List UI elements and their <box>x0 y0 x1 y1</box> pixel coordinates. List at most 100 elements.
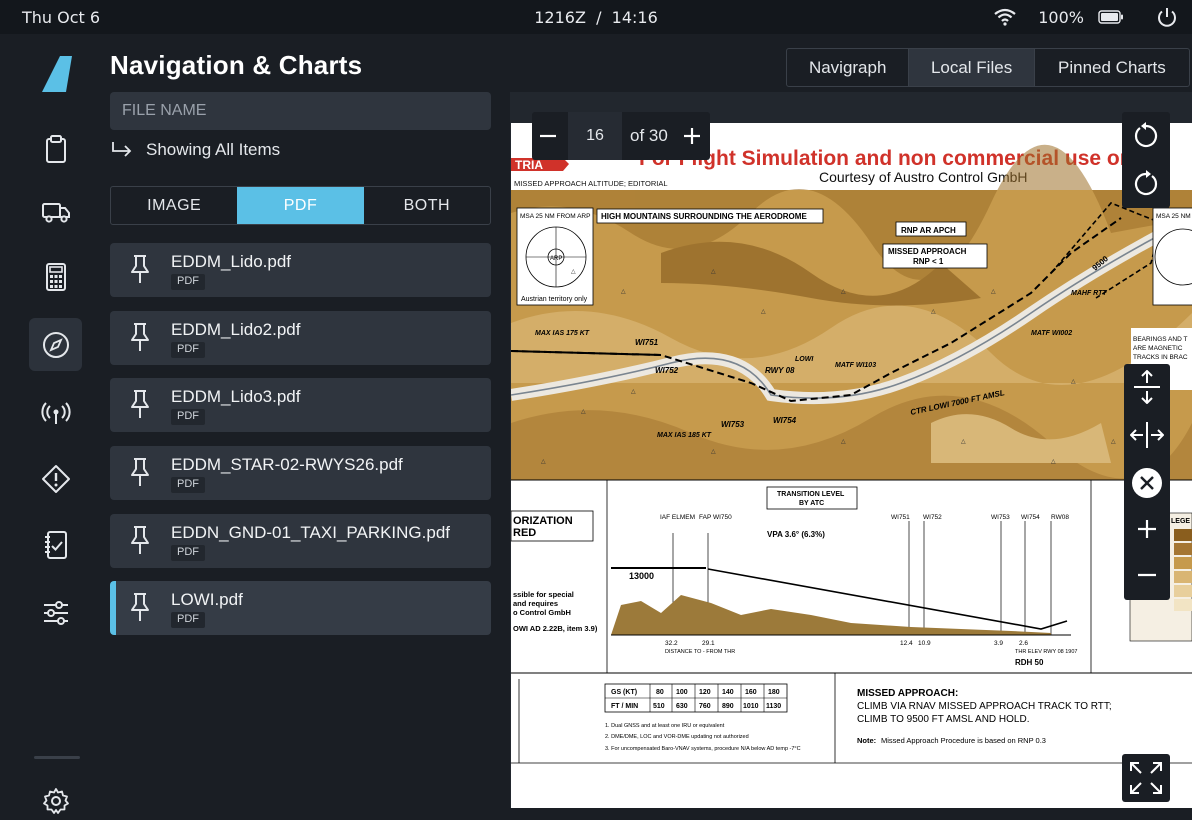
chart-profile-wi754: WI754 <box>1021 514 1040 521</box>
svg-text:△: △ <box>581 409 586 415</box>
sidebar <box>0 34 96 820</box>
chart-dist-4: 10.9 <box>918 640 931 647</box>
ftmin-header: FT / MIN <box>611 703 638 710</box>
prev-page-button[interactable] <box>532 112 564 160</box>
file-item-selected[interactable]: LOWI.pdf PDF <box>110 581 491 635</box>
showing-label: Showing All Items <box>146 140 281 159</box>
close-icon <box>1132 468 1162 498</box>
pin-icon[interactable] <box>128 253 152 285</box>
page-input[interactable]: 16 <box>568 112 622 160</box>
file-item[interactable]: EDDM_Lido3.pdf PDF <box>110 378 491 432</box>
chart-profile-iaf: IAF ELMEM <box>660 514 695 521</box>
zoom-in-button[interactable] <box>1124 506 1170 552</box>
chart-bearings-2: ARE MAGNETIC <box>1133 345 1183 352</box>
file-item[interactable]: EDDM_Lido2.pdf PDF <box>110 311 491 365</box>
rotate-ccw-button[interactable] <box>1122 112 1170 160</box>
chart-profile-wi751: WI751 <box>891 514 910 521</box>
ftmin-890: 890 <box>722 703 734 710</box>
chart-missed-box-2: RNP < 1 <box>913 257 944 266</box>
chart-page[interactable]: TRIA For Flight Simulation and non comme… <box>511 123 1192 808</box>
zoom-in-icon <box>1138 520 1156 538</box>
svg-text:△: △ <box>1111 439 1116 445</box>
chart-missed-title: MISSED APPROACH: <box>857 688 958 699</box>
chart-authorization-2: RED <box>513 527 536 539</box>
chart-fix-mahf-rtt: MAHF RTT <box>1071 290 1107 297</box>
source-tabs: Navigraph Local Files Pinned Charts <box>786 48 1190 87</box>
next-page-button[interactable] <box>676 112 708 160</box>
svg-text:△: △ <box>961 439 966 445</box>
chart-missed-note-label: Note: <box>857 736 876 745</box>
chart-viewer: TRIA For Flight Simulation and non comme… <box>510 92 1192 808</box>
gs-100: 100 <box>676 689 688 696</box>
chart-fix-wi753: WI753 <box>721 420 745 429</box>
filter-pdf[interactable]: PDF <box>237 187 364 224</box>
gs-180: 180 <box>768 689 780 696</box>
chart-special-2: and requires <box>513 599 558 608</box>
chart-missed-line2: CLIMB TO 9500 FT AMSL AND HOLD. <box>857 714 1029 725</box>
tab-pinned-charts[interactable]: Pinned Charts <box>1035 49 1189 86</box>
chart-dist-1: 32.2 <box>665 640 678 647</box>
chart-max-ias-175: MAX IAS 175 KT <box>535 330 590 337</box>
close-viewer-button[interactable] <box>1124 460 1170 506</box>
gs-header: GS (KT) <box>611 689 637 696</box>
chart-fix-matf-wi002: MATF WI002 <box>1031 330 1072 337</box>
pin-icon[interactable] <box>128 456 152 488</box>
search-input[interactable]: FILE NAME <box>110 92 491 130</box>
rotate-right-icon <box>1134 170 1158 196</box>
filter-image[interactable]: IMAGE <box>111 187 237 224</box>
chart-rdh: RDH 50 <box>1015 658 1044 667</box>
sidebar-item-checklists[interactable] <box>29 518 82 571</box>
chart-profile-wi753: WI753 <box>991 514 1010 521</box>
file-type-badge: PDF <box>171 612 205 628</box>
pin-icon[interactable] <box>128 388 152 420</box>
pin-icon[interactable] <box>128 591 152 623</box>
tab-local-files[interactable]: Local Files <box>909 49 1035 86</box>
sidebar-item-performance[interactable] <box>29 250 82 303</box>
return-arrow-icon <box>112 142 132 157</box>
ftmin-1130: 1130 <box>766 703 781 710</box>
sidebar-item-presets[interactable] <box>29 586 82 639</box>
chart-fix-lowi: LOWI <box>795 356 814 363</box>
chart-dist-5: 3.9 <box>994 640 1003 647</box>
file-type-badge: PDF <box>171 342 205 358</box>
pin-icon[interactable] <box>128 321 152 353</box>
chart-note-3: 3. For uncompensated Baro-VNAV systems, … <box>605 746 801 752</box>
zoom-out-icon <box>1138 573 1156 577</box>
sidebar-item-dispatch[interactable] <box>29 122 82 175</box>
fit-width-button[interactable] <box>1124 412 1170 458</box>
file-item[interactable]: EDDM_Lido.pdf PDF <box>110 243 491 297</box>
chart-dist-6: 2.6 <box>1019 640 1028 647</box>
sidebar-item-navigation[interactable] <box>29 318 82 371</box>
gs-80: 80 <box>656 689 664 696</box>
chart-lowi-ad: OWI AD 2.22B, item 3.9) <box>513 624 598 633</box>
chart-dist-3: 12.4 <box>900 640 913 647</box>
chart-msa-right: MSA 25 NM <box>1156 213 1191 220</box>
pin-icon[interactable] <box>128 524 152 556</box>
chart-fix-matf-wi103: MATF WI103 <box>835 362 876 369</box>
sidebar-item-ground[interactable] <box>29 184 82 237</box>
file-item[interactable]: EDDN_GND-01_TAXI_PARKING.pdf PDF <box>110 514 491 568</box>
fit-height-button[interactable] <box>1124 364 1170 410</box>
chart-header-sub: Courtesy of Austro Control GmbH <box>819 169 1028 185</box>
power-icon[interactable] <box>1156 6 1178 28</box>
file-item[interactable]: EDDM_STAR-02-RWYS26.pdf PDF <box>110 446 491 500</box>
clipboard-icon <box>45 134 66 163</box>
fullscreen-button[interactable] <box>1122 754 1170 802</box>
sidebar-item-atc[interactable] <box>29 386 82 439</box>
filter-both[interactable]: BOTH <box>364 187 490 224</box>
file-type-badge: PDF <box>171 545 205 561</box>
sidebar-item-failures[interactable] <box>29 452 82 505</box>
file-browser-panel: Navigation & Charts FILE NAME Showing Al… <box>96 34 504 820</box>
svg-text:△: △ <box>1071 379 1076 385</box>
chart-fix-rwy08: RWY 08 <box>765 366 795 375</box>
zoom-out-button[interactable] <box>1124 552 1170 598</box>
chart-missed-box-1: MISSED APPROACH <box>888 247 967 256</box>
sidebar-item-settings[interactable] <box>29 774 82 820</box>
chart-special-3: o Control GmbH <box>513 608 571 617</box>
tab-navigraph[interactable]: Navigraph <box>787 49 910 86</box>
rotate-cw-button[interactable] <box>1122 160 1170 208</box>
chart-vpa: VPA 3.6° (6.3%) <box>767 530 825 539</box>
page-navigator: 16 of 30 <box>532 112 710 160</box>
chart-fix-wi754: WI754 <box>773 416 797 425</box>
gs-160: 160 <box>745 689 757 696</box>
